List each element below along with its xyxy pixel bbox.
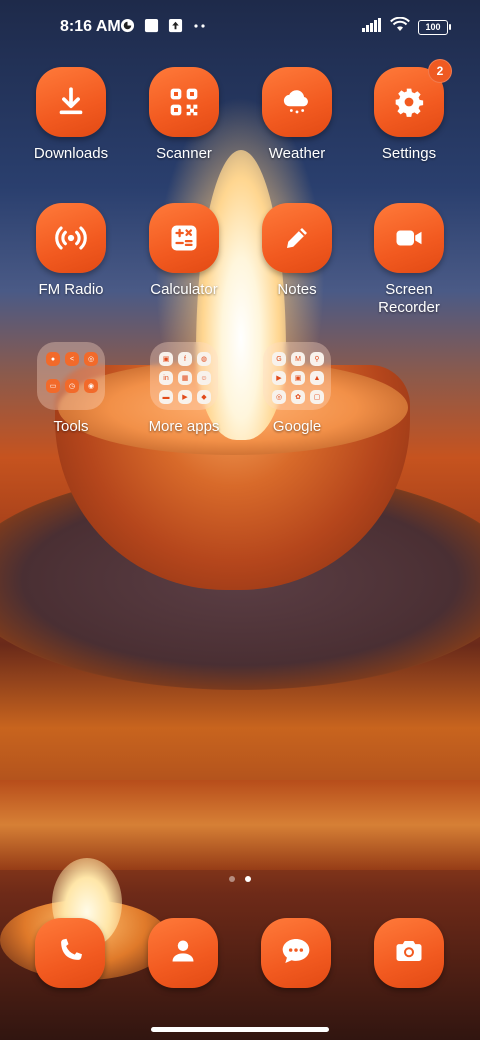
dock-contacts[interactable] [148, 918, 218, 988]
maps-mini-icon: ⚲ [310, 352, 324, 366]
app-label: Notes [277, 281, 317, 298]
status-bar: 8:16 AM 100 [0, 0, 480, 56]
app-scanner[interactable]: Scanner [129, 67, 239, 163]
app-label: Calculator [150, 281, 218, 298]
compass-mini-icon: ◎ [84, 352, 98, 366]
notification-badge: 2 [428, 59, 452, 83]
upload-icon [168, 18, 183, 33]
duo-mini-icon: ▢ [310, 390, 324, 404]
snapchat-mini-icon: ☺ [197, 371, 211, 385]
more-dots-icon [192, 18, 207, 33]
folder-icon: G M ⚲ ▶ ▣ ▲ ◎ ✿ ▢ [263, 342, 331, 410]
folder-tools[interactable]: ● < ◎ ▭ ◷ ◉ Tools [16, 342, 126, 436]
meet-mini-icon: ▣ [291, 371, 305, 385]
app-notes[interactable]: Notes [242, 203, 352, 299]
video-camera-icon [374, 203, 444, 273]
notification-square-icon [144, 18, 159, 33]
apps-mini-icon: ▦ [178, 371, 192, 385]
clock-mini-icon: ◷ [65, 378, 79, 393]
play-mini-icon: ▶ [178, 390, 192, 404]
linkedin-mini-icon: in [159, 371, 173, 385]
google-mini-icon: G [272, 352, 286, 366]
file-mini-icon: ▭ [46, 378, 60, 393]
page-dot-active[interactable] [245, 876, 251, 882]
app-label: Weather [268, 145, 326, 162]
game-mini-icon: ◆ [197, 390, 211, 404]
phone-icon [55, 936, 85, 971]
gear-icon: 2 [374, 59, 452, 137]
app-settings[interactable]: 2 Settings [354, 59, 464, 163]
folder-icon: ▣ f ◍ in ▦ ☺ ▬ ▶ ◆ [150, 342, 218, 410]
folder-icon: ● < ◎ ▭ ◷ ◉ [37, 342, 105, 410]
page-dot[interactable] [229, 876, 235, 882]
folder-label: Google [272, 418, 322, 435]
chrome-mini-icon: ◎ [272, 390, 286, 404]
calculator-icon [149, 203, 219, 273]
share-mini-icon: < [65, 352, 79, 366]
app-weather[interactable]: Weather [242, 67, 352, 163]
battery-icon: 100 [418, 19, 451, 35]
messages-icon [279, 935, 313, 972]
dock-messages[interactable] [261, 918, 331, 988]
vpn-icon [120, 18, 135, 33]
contacts-icon [169, 936, 197, 971]
cleaner-mini-icon: ◉ [84, 378, 98, 393]
qr-scanner-icon [149, 67, 219, 137]
home-gesture-bar[interactable] [151, 1027, 329, 1032]
folder-more-apps[interactable]: ▣ f ◍ in ▦ ☺ ▬ ▶ ◆ More apps [129, 342, 239, 436]
status-time: 8:16 AM [60, 18, 121, 35]
app-label: Scanner [156, 145, 212, 162]
app-fm-radio[interactable]: FM Radio [16, 203, 126, 299]
folder-label: Tools [53, 418, 89, 435]
app-label: Settings [381, 145, 437, 162]
app-label: Screen Recorder [378, 281, 440, 316]
weather-cloud-icon [262, 67, 332, 137]
signal-icon [362, 17, 382, 37]
facebook-mini-icon: f [178, 352, 192, 366]
wifi-icon [390, 16, 410, 37]
folder-google[interactable]: G M ⚲ ▶ ▣ ▲ ◎ ✿ ▢ Google [242, 342, 352, 436]
app-label: Downloads [33, 145, 109, 162]
page-indicator [0, 876, 480, 882]
camera-icon [393, 936, 425, 971]
photos-mini-icon: ✿ [291, 390, 305, 404]
download-icon [36, 67, 106, 137]
dock-phone[interactable] [35, 918, 105, 988]
store-mini-icon: ▣ [159, 352, 173, 366]
bar-mini-icon: ▬ [159, 390, 173, 404]
app-screen-recorder[interactable]: Screen Recorder [354, 203, 464, 317]
radio-icon [36, 203, 106, 273]
pencil-icon [262, 203, 332, 273]
app-calculator[interactable]: Calculator [129, 203, 239, 299]
dock-camera[interactable] [374, 918, 444, 988]
app-downloads[interactable]: Downloads [16, 67, 126, 163]
drive-mini-icon: ▲ [310, 371, 324, 385]
youtube-mini-icon: ▶ [272, 371, 286, 385]
folder-label: More apps [148, 418, 220, 435]
gmail-mini-icon: M [291, 352, 305, 366]
recorder-mini-icon: ● [46, 352, 60, 366]
app-label: FM Radio [38, 281, 104, 298]
globe-mini-icon: ◍ [197, 352, 211, 366]
